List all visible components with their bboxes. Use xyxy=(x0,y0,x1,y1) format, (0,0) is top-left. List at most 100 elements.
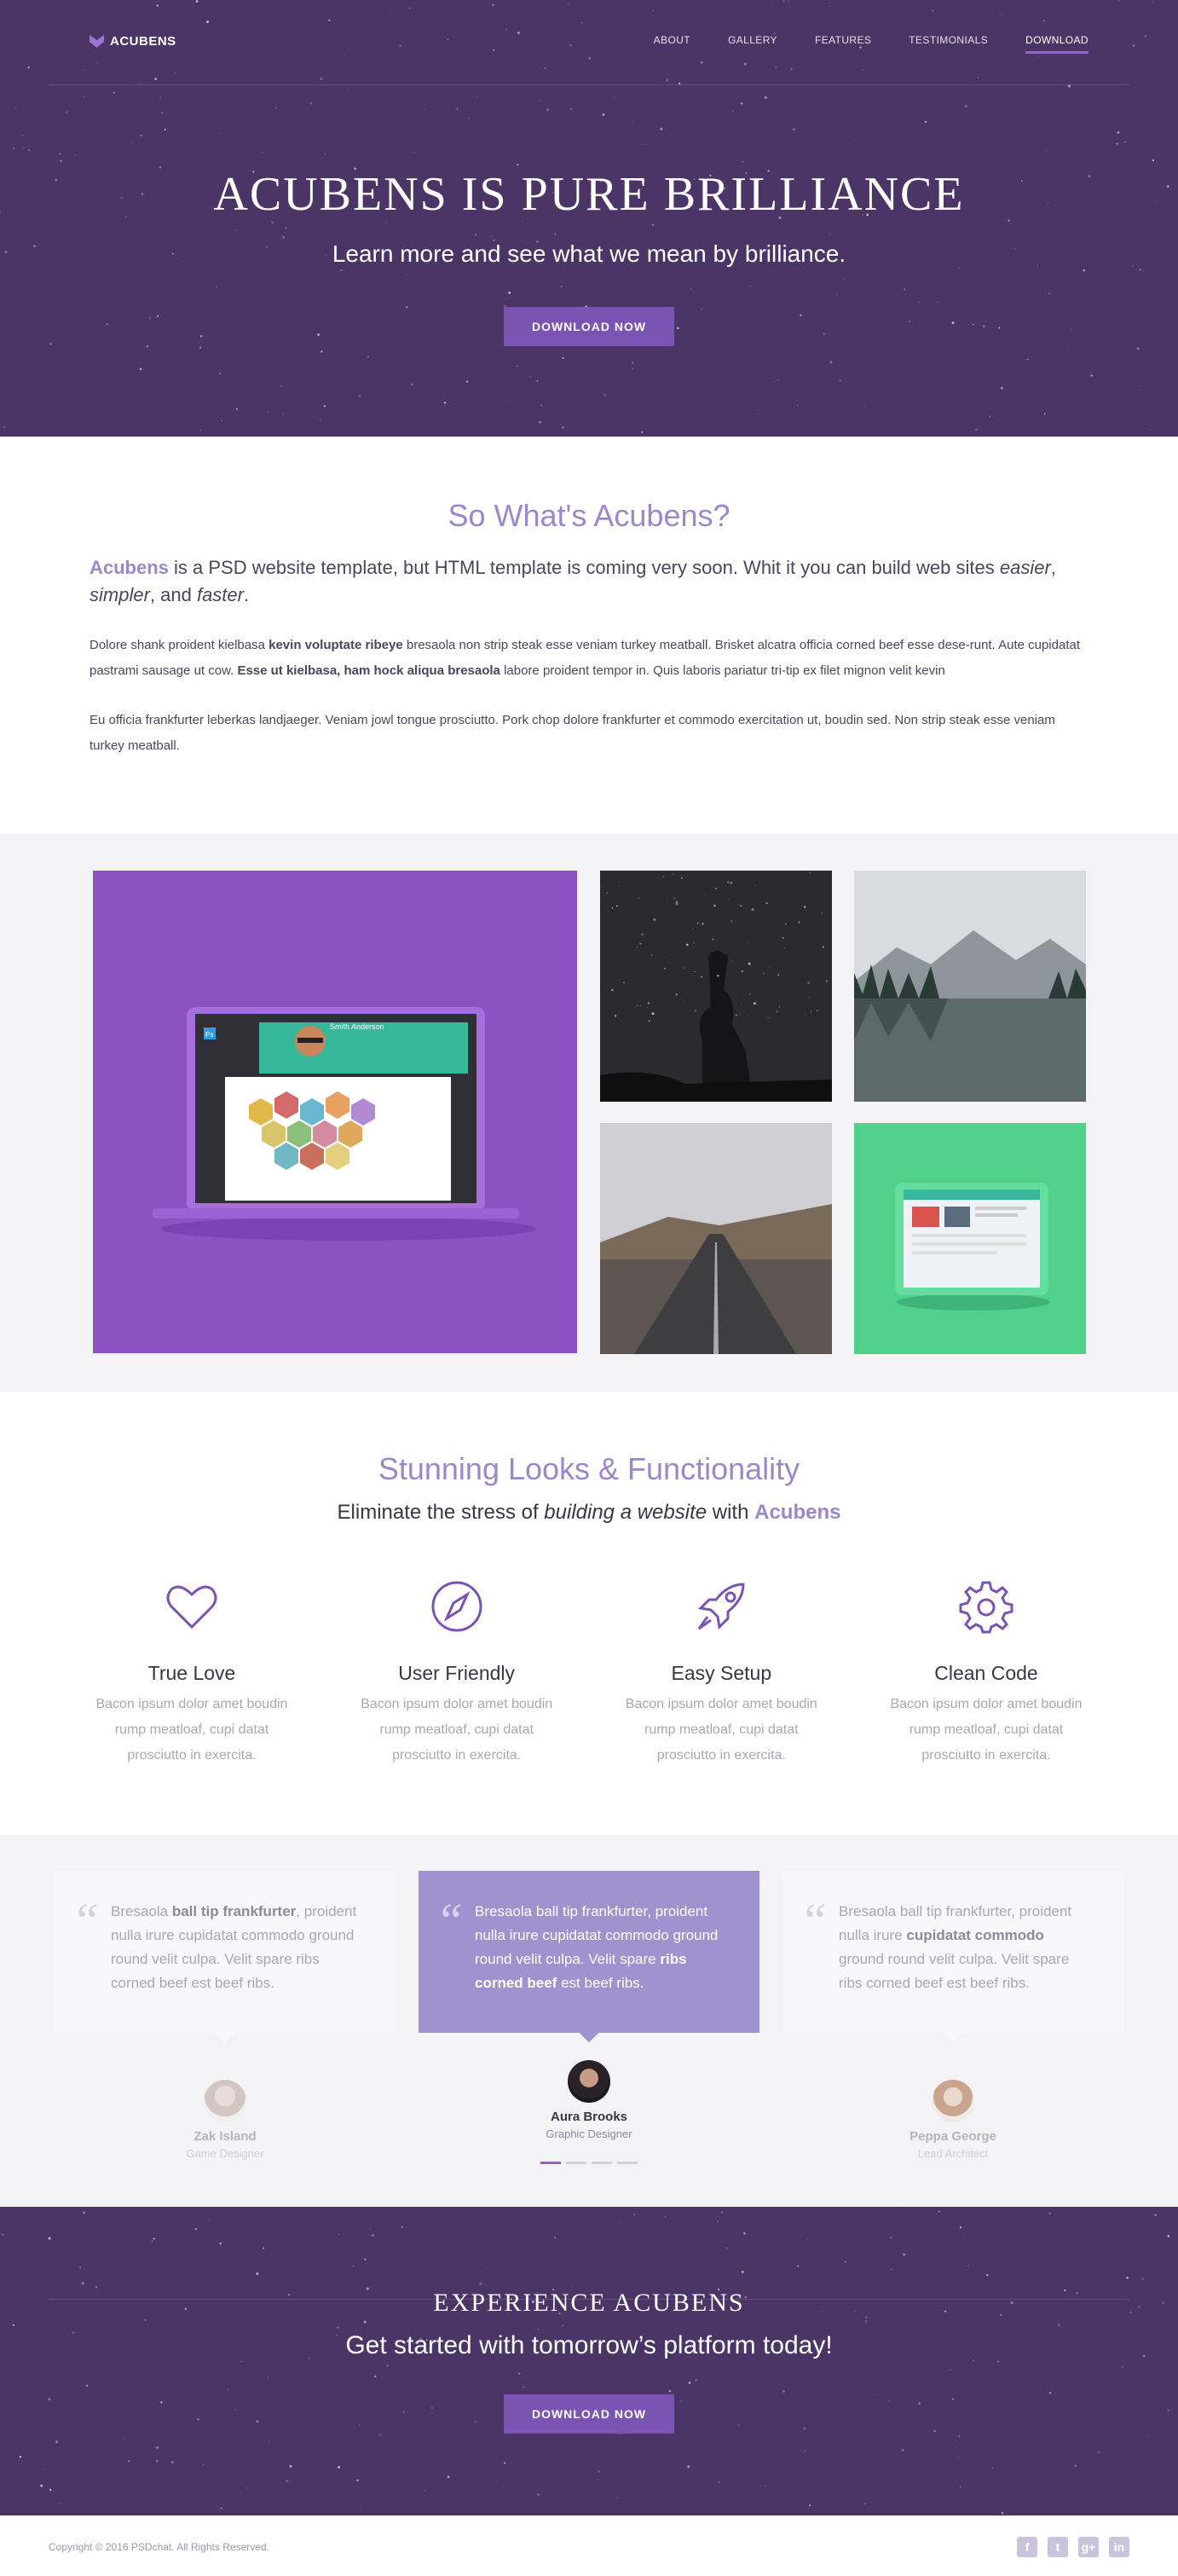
features-subtitle: Eliminate the stress of building a websi… xyxy=(0,1501,1178,1525)
card-pointer xyxy=(579,2023,599,2043)
feature-title: Clean Code xyxy=(934,1662,1038,1684)
footer: Copyright © 2016 PSDchat. All Rights Res… xyxy=(0,2515,1178,2576)
brand-name: Acubens xyxy=(90,557,169,578)
carousel-dot[interactable] xyxy=(540,2162,561,2164)
quote-icon: “ xyxy=(72,1893,100,1948)
tablet-illustration xyxy=(895,1183,1050,1311)
road-image xyxy=(600,1123,832,1354)
nav-link-features[interactable]: FEATURES xyxy=(815,34,871,54)
cta-title: EXPERIENCE ACUBENS xyxy=(433,2289,745,2317)
testimonial-card[interactable]: “ Bresaola ball tip frankfurter, proiden… xyxy=(55,1871,396,2043)
quote-text: Bresaola xyxy=(111,1903,172,1919)
lead-text: , and xyxy=(149,584,197,605)
cta-download-button[interactable]: DOWNLOAD NOW xyxy=(504,2394,674,2434)
about-section: So What's Acubens? Acubens is a PSD webs… xyxy=(0,437,1178,834)
lead-text: is a PSD website template, but HTML temp… xyxy=(168,557,1000,578)
gallery-lake-photo[interactable] xyxy=(854,871,1086,1102)
subtitle-emphasis: building a website xyxy=(544,1501,707,1524)
lead-emphasis: faster xyxy=(196,584,244,605)
feature-text: Bacon ipsum dolor amet boudin rump meatl… xyxy=(625,1697,817,1763)
cta-section: EXPERIENCE ACUBENS Get started with tomo… xyxy=(0,2207,1178,2515)
logo[interactable]: ACUBENS xyxy=(90,34,176,49)
testimonial-card[interactable]: “ Bresaola ball tip frankfurter, proiden… xyxy=(782,1871,1123,2043)
quote-bold: ball tip frankfurter xyxy=(171,1903,297,1919)
brand-name: Acubens xyxy=(754,1501,841,1524)
subtitle-text: with xyxy=(707,1501,755,1524)
avatar xyxy=(568,2060,610,2103)
features-section: Stunning Looks & Functionality Eliminate… xyxy=(0,1392,1178,1835)
feature-user-friendly: User Friendly Bacon ipsum dolor amet bou… xyxy=(355,1579,559,1768)
feature-title: True Love xyxy=(147,1662,236,1684)
features-title: Stunning Looks & Functionality xyxy=(378,1451,800,1486)
paragraph-bold: kevin voluptate ribeye xyxy=(269,638,403,652)
google-plus-icon[interactable]: g+ xyxy=(1078,2537,1099,2557)
testimonial-card-active[interactable]: “ Bresaola ball tip frankfurter, proiden… xyxy=(419,1871,759,2043)
gallery-tablet-mockup[interactable] xyxy=(854,1123,1086,1354)
quote-icon: “ xyxy=(800,1893,828,1948)
feature-clean-code: Clean Code Bacon ipsum dolor amet boudin… xyxy=(884,1579,1088,1768)
about-lead: Acubens is a PSD website template, but H… xyxy=(90,554,1088,609)
facebook-icon[interactable]: f xyxy=(1017,2537,1037,2557)
author-name: Peppa George xyxy=(909,2129,996,2144)
feature-text: Bacon ipsum dolor amet boudin rump meatl… xyxy=(890,1697,1083,1763)
lead-text: , xyxy=(1050,557,1056,578)
social-links: f t g+ in xyxy=(1017,2537,1129,2557)
lead-text: . xyxy=(243,584,250,605)
gallery-stargazing-photo[interactable] xyxy=(600,871,832,1102)
logo-icon xyxy=(90,35,104,48)
feature-title: User Friendly xyxy=(398,1662,516,1684)
lead-emphasis: simpler xyxy=(90,584,150,605)
gallery-section: Smith Anderson Ps xyxy=(0,834,1178,1392)
author-role: Lead Architect xyxy=(917,2147,989,2160)
linkedin-icon[interactable]: in xyxy=(1109,2537,1129,2557)
features-grid: True Love Bacon ipsum dolor amet boudin … xyxy=(90,1579,1088,1768)
avatar xyxy=(204,2080,246,2122)
quote-bold: cupidatat commodo xyxy=(906,1927,1044,1943)
carousel-dot[interactable] xyxy=(617,2162,638,2164)
top-navigation: ACUBENS ABOUT GALLERY FEATURES TESTIMONI… xyxy=(49,0,1129,85)
quote-icon: “ xyxy=(436,1893,464,1948)
about-paragraph-2: Eu officia frankfurter leberkas landjaeg… xyxy=(90,713,1055,753)
cta-subtitle: Get started with tomorrow’s platform tod… xyxy=(345,2331,833,2359)
paragraph-text: labore proident tempor in. Quis laboris … xyxy=(499,663,945,678)
card-pointer xyxy=(215,2023,235,2043)
feature-easy-setup: Easy Setup Bacon ipsum dolor amet boudin… xyxy=(619,1579,823,1768)
feature-text: Bacon ipsum dolor amet boudin rump meatl… xyxy=(361,1697,553,1763)
author-role: Game Designer xyxy=(186,2147,264,2160)
logo-text: ACUBENS xyxy=(110,34,176,49)
gallery-road-photo[interactable] xyxy=(600,1123,832,1354)
screen-title: Smith Anderson xyxy=(330,1022,384,1031)
hero-subtitle: Learn more and see what we mean by brill… xyxy=(332,240,846,267)
carousel-dot[interactable] xyxy=(566,2162,586,2164)
rocket-icon xyxy=(698,1583,745,1630)
laptop-illustration: Smith Anderson Ps xyxy=(153,1007,536,1241)
about-title: So What's Acubens? xyxy=(448,498,730,533)
gallery-laptop-mockup[interactable]: Smith Anderson Ps xyxy=(93,871,577,1353)
nav-link-download[interactable]: DOWNLOAD xyxy=(1025,34,1088,54)
nav-link-gallery[interactable]: GALLERY xyxy=(728,34,777,54)
hero-download-button[interactable]: DOWNLOAD NOW xyxy=(504,307,674,346)
twitter-icon[interactable]: t xyxy=(1048,2537,1068,2557)
carousel-dot[interactable] xyxy=(592,2162,612,2164)
nav-link-about[interactable]: ABOUT xyxy=(654,34,690,54)
lead-emphasis: easier xyxy=(999,557,1051,578)
author-role: Graphic Designer xyxy=(546,2127,632,2140)
photoshop-badge: Ps xyxy=(205,1031,213,1039)
hero-title: ACUBENS IS PURE BRILLIANCE xyxy=(213,168,965,221)
quote-text: ground round velit culpa. Velit spare ri… xyxy=(839,1951,1070,1991)
feature-true-love: True Love Bacon ipsum dolor amet boudin … xyxy=(90,1579,294,1768)
testimonial-author: Peppa George Lead Architect xyxy=(868,2080,1038,2160)
compass-icon xyxy=(431,1581,482,1632)
feature-text: Bacon ipsum dolor amet boudin rump meatl… xyxy=(95,1697,288,1763)
stargazing-image xyxy=(600,871,832,1102)
paragraph-bold: Esse ut kielbasa, ham hock aliqua bresao… xyxy=(237,663,500,678)
author-name: Aura Brooks xyxy=(550,2110,628,2124)
carousel-pagination xyxy=(540,2162,638,2164)
about-paragraph-1: Dolore shank proident kielbasa kevin vol… xyxy=(90,633,1088,684)
gear-icon xyxy=(959,1581,1013,1634)
avatar xyxy=(932,2080,974,2122)
nav-link-testimonials[interactable]: TESTIMONIALS xyxy=(909,34,988,54)
copyright-text: Copyright © 2016 PSDchat. All Rights Res… xyxy=(49,2541,269,2553)
card-pointer xyxy=(943,2023,963,2043)
paragraph-text: Dolore shank proident kielbasa xyxy=(90,638,269,652)
